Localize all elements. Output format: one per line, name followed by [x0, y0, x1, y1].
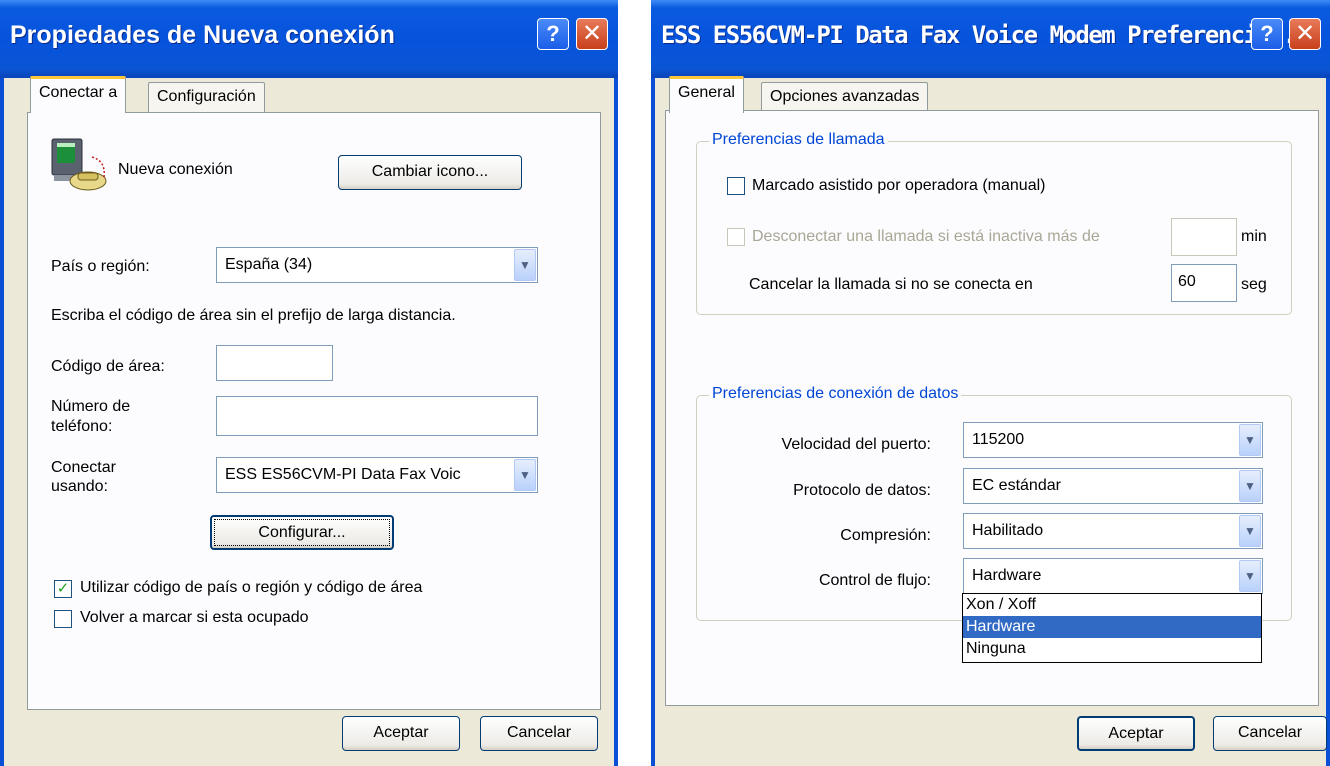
operator-assisted-label: Marcado asistido por operadora (manual) [752, 177, 1046, 194]
right-tab-panel: Preferencias de llamada Marcado asistido… [665, 110, 1319, 706]
area-code-label: Código de área: [51, 358, 165, 375]
chevron-down-icon[interactable]: ▼ [1239, 515, 1261, 547]
cancel-button[interactable]: Cancelar [480, 716, 598, 751]
phone-label: Número de teléfono: [51, 397, 130, 437]
data-protocol-value: EC estándar [972, 477, 1061, 494]
tab-general[interactable]: General [669, 76, 744, 113]
disconnect-idle-label: Desconectar una llamada si está inactiva… [752, 228, 1100, 245]
disconnect-idle-checkbox[interactable] [727, 228, 745, 246]
data-connection-preferences-legend: Preferencias de conexión de datos [709, 385, 962, 403]
connect-using-label: Conectar usando: [51, 458, 116, 496]
cancel-call-input[interactable]: 60 [1171, 264, 1237, 302]
compression-select[interactable]: Habilitado ▼ [963, 513, 1263, 549]
left-tab-panel: Nueva conexión Cambiar icono... País o r… [27, 112, 601, 710]
disconnect-idle-unit: min [1241, 228, 1267, 245]
compression-value: Habilitado [972, 522, 1044, 539]
help-button[interactable]: ? [537, 18, 569, 50]
flow-control-value: Hardware [972, 567, 1042, 584]
right-dialog-window: ESS ES56CVM-PI Data Fax Voice Modem Pref… [651, 0, 1330, 766]
tab-conectar-a[interactable]: Conectar a [30, 76, 127, 113]
data-connection-preferences-group: Preferencias de conexión de datos Veloci… [696, 385, 1292, 621]
change-icon-button[interactable]: Cambiar icono... [338, 155, 522, 190]
data-protocol-label: Protocolo de datos: [793, 482, 931, 499]
tab-opciones-avanzadas[interactable]: Opciones avanzadas [761, 82, 929, 112]
cancel-call-unit: seg [1241, 276, 1267, 293]
cancel-button[interactable]: Cancelar [1213, 716, 1327, 751]
flow-control-option-ninguna[interactable]: Ninguna [963, 638, 1261, 660]
data-protocol-select[interactable]: EC estándar ▼ [963, 468, 1263, 504]
phone-number-input[interactable] [216, 396, 538, 436]
tab-configuracion[interactable]: Configuración [148, 82, 265, 112]
area-code-input[interactable] [216, 345, 333, 381]
connect-using-line1: Conectar [51, 459, 116, 476]
chevron-down-icon[interactable]: ▼ [1239, 424, 1261, 456]
connect-using-select[interactable]: ESS ES56CVM-PI Data Fax Voic ▼ [216, 457, 538, 493]
close-button[interactable]: ✕ [1289, 18, 1321, 50]
country-value: España (34) [225, 256, 313, 273]
right-dialog-titlebar[interactable]: ESS ES56CVM-PI Data Fax Voice Modem Pref… [651, 0, 1330, 78]
ok-button[interactable]: Aceptar [1077, 716, 1195, 751]
left-dialog-titlebar[interactable]: Propiedades de Nueva conexión ? ✕ [0, 0, 618, 78]
configure-button[interactable]: Configurar... [210, 515, 394, 550]
area-code-instruction: Escriba el código de área sin el prefijo… [51, 307, 456, 324]
flow-control-option-xon-xoff[interactable]: Xon / Xoff [963, 594, 1261, 616]
cancel-call-label: Cancelar la llamada si no se conecta en [749, 276, 1033, 293]
chevron-down-icon[interactable]: ▼ [1239, 560, 1261, 592]
flow-control-select[interactable]: Hardware ▼ [963, 558, 1263, 594]
port-speed-value: 115200 [972, 431, 1025, 448]
port-speed-label: Velocidad del puerto: [781, 436, 931, 453]
close-button[interactable]: ✕ [576, 18, 608, 50]
use-country-code-checkbox[interactable]: ✓ [54, 580, 72, 598]
redial-checkbox[interactable] [54, 610, 72, 628]
chevron-down-icon[interactable]: ▼ [1239, 470, 1261, 502]
connect-using-line2: usando: [51, 478, 108, 495]
chevron-down-icon[interactable]: ▼ [514, 249, 536, 281]
flow-control-option-hardware[interactable]: Hardware [963, 616, 1261, 638]
flow-control-label: Control de flujo: [818, 572, 931, 589]
right-dialog-title: ESS ES56CVM-PI Data Fax Voice Modem Pref… [661, 21, 1323, 49]
call-preferences-legend: Preferencias de llamada [709, 131, 888, 149]
phone-label-line1: Número de [51, 398, 131, 415]
phone-label-line2: teléfono: [51, 418, 113, 435]
left-dialog-window: Propiedades de Nueva conexión ? ✕ Conect… [0, 0, 618, 766]
redial-label: Volver a marcar si esta ocupado [80, 609, 309, 626]
country-label: País o región: [51, 258, 150, 275]
country-select[interactable]: España (34) ▼ [216, 247, 538, 283]
left-dialog-title: Propiedades de Nueva conexión [10, 21, 395, 49]
operator-assisted-checkbox[interactable] [727, 177, 745, 195]
help-button[interactable]: ? [1251, 18, 1283, 50]
call-preferences-group: Preferencias de llamada Marcado asistido… [696, 131, 1292, 315]
connect-using-value: ESS ES56CVM-PI Data Fax Voic [225, 466, 461, 483]
port-speed-select[interactable]: 115200 ▼ [963, 422, 1263, 458]
network-connection-icon [51, 138, 107, 191]
flow-control-dropdown-list: Xon / Xoff Hardware Ninguna [962, 593, 1262, 663]
use-country-code-label: Utilizar código de país o región y códig… [80, 579, 423, 596]
ok-button[interactable]: Aceptar [342, 716, 460, 751]
compression-label: Compresión: [840, 527, 931, 544]
connection-name: Nueva conexión [118, 161, 233, 178]
disconnect-idle-input[interactable] [1171, 218, 1237, 256]
chevron-down-icon[interactable]: ▼ [514, 459, 536, 491]
